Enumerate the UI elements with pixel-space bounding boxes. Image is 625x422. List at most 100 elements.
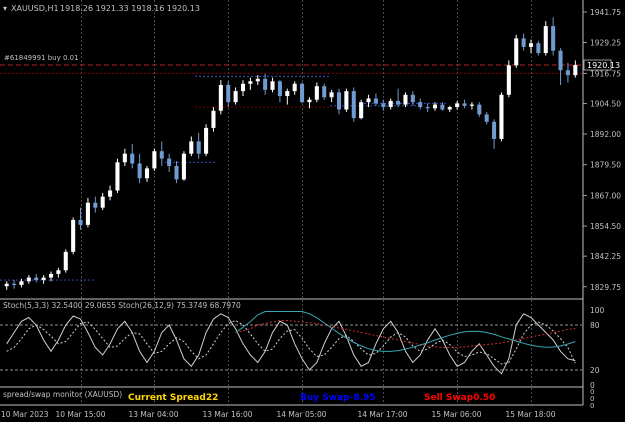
candle-bull [100,196,105,208]
stoch-lines [6,311,576,375]
candle-bull [543,26,548,54]
stoch-axis-label: 20 [590,366,600,375]
candle-bear [277,81,282,97]
candle-bear [174,165,179,180]
candle-bear [477,104,482,115]
price-axis: 1941.75 1929.25 1916.75 1904.50 1892.00 1879.… [583,8,621,292]
price-tick-label: 1842.25 [590,252,621,261]
candle-bear [263,78,268,90]
candle-bear [159,151,164,159]
candle-bear [93,202,98,208]
symbol-label: XAUUSD,H1 [11,4,59,13]
candle-bear [167,158,172,166]
current-price-label: 1920.13 [587,61,620,70]
candle-bull [152,151,157,169]
candle-bull [189,141,194,154]
candle-bear [396,100,401,105]
stoch-title: Stoch(5,3,3) 32.5400 29.0655 Stoch(26,12… [3,301,241,310]
candle-bull [469,104,474,106]
candle-bull [344,91,349,110]
ohlc-readout: 1918.26 1921.33 1918.16 1920.13 [60,4,200,13]
candle-bull [528,43,534,47]
candle-bear [440,104,445,110]
stoch-fast-line [6,313,576,375]
vertical-grid [81,0,532,405]
candles [4,17,578,290]
chart-canvas[interactable]: 100 80 20 0 1941.75 1929.25 1916.75 1904.50 189… [0,0,625,422]
price-tick-label: 1916.75 [590,69,621,78]
order-label[interactable]: #61849991 buy 0.01 [4,54,79,62]
candle-bear [300,83,305,103]
symbol-icon: ▾ [3,4,7,13]
candle-bull [48,273,54,278]
candle-bear [484,114,489,122]
candle-bull [56,270,61,274]
candle-bull [218,84,223,111]
candle-bear [462,103,467,106]
candle-bull [233,91,238,103]
candle-bear [521,38,526,47]
candle-bear [565,70,570,76]
candle-bear [551,26,556,51]
candle-bear [381,103,386,108]
price-tick-label: 1892.00 [590,130,621,139]
stoch-slow-line [6,319,576,365]
time-tick-label: 10 Mar 15:00 [56,410,106,419]
current-spread-label: Current Spread22 [128,393,218,403]
candle-bull [432,104,438,109]
candle-bull [19,281,24,285]
time-tick-label: 10 Mar 2023 [1,410,49,419]
candle-bear [558,50,563,71]
candle-bear [373,98,378,104]
time-tick-label: 13 Mar 16:00 [203,410,253,419]
candle-bear [196,141,201,154]
stoch-axis-label: 100 [590,306,605,315]
candle-bull [455,103,460,108]
candle-bull [63,251,68,271]
time-tick-label: 15 Mar 18:00 [506,410,556,419]
price-tick-label: 1941.75 [590,8,621,17]
candle-bear [410,94,415,103]
time-tick-label: 14 Mar 05:00 [277,410,327,419]
candle-bull [366,98,371,103]
candle-bull [499,94,504,139]
spread-panel-title: spread/swap monitor (XAUUSD) [3,390,122,399]
time-axis: 10 Mar 2023 10 Mar 15:00 13 Mar 04:00 13 Ma… [1,410,556,419]
price-tick-label: 1854.50 [590,222,621,231]
candle-bear [418,102,423,108]
candle-bear [137,163,142,179]
candle-bull [144,168,150,179]
candle-bull [108,190,113,197]
candle-bear [226,84,231,103]
spread-axis-bottom: 0 [590,402,594,410]
candle-bear [336,92,342,110]
candle-bull [388,100,393,108]
candle-bull [26,277,31,282]
price-tick-label: 1867.00 [590,191,621,200]
candle-bull [248,81,253,84]
candle-bear [78,219,83,225]
price-tick-label: 1829.75 [590,283,621,292]
candle-bull [314,86,319,100]
sell-swap-label: Sell Swap0.50 [424,393,495,403]
candle-bull [403,94,408,105]
candle-bull [514,38,519,66]
time-tick-label: 14 Mar 17:00 [358,410,408,419]
time-tick-label: 15 Mar 06:00 [432,410,482,419]
candle-bull [292,83,297,92]
price-tick-label: 1904.50 [590,99,621,108]
candle-bear [34,277,39,281]
price-tick-label: 1879.50 [590,161,621,170]
candle-bull [573,65,578,76]
candle-bull [307,99,312,103]
candle-bull [4,283,9,287]
candle-bear [351,91,356,119]
candle-bull [255,78,260,82]
candle-bull [204,127,209,154]
candle-bear [425,107,430,109]
time-tick-label: 13 Mar 04:00 [129,410,179,419]
candle-bull [240,83,246,92]
candle-bear [12,283,17,285]
price-lines [0,64,582,281]
candle-bull [447,107,452,110]
